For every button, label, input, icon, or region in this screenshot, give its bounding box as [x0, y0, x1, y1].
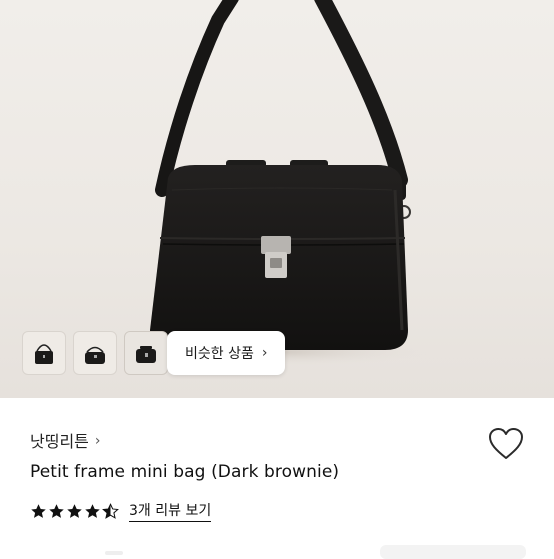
star-icon [49, 503, 64, 518]
bottom-button-fragment[interactable] [380, 545, 526, 559]
thumbnail-3[interactable] [124, 331, 168, 375]
bottom-indicator [105, 551, 123, 555]
heart-outline-icon[interactable] [487, 426, 525, 462]
thumbnail-strip [22, 331, 168, 375]
thumbnail-bag-image [85, 346, 105, 364]
similar-products-label: 비슷한 상품 [185, 346, 254, 362]
star-icon [31, 503, 46, 518]
thumbnail-bag-image [35, 344, 53, 364]
shop-name: 낫띵리튼 [30, 432, 89, 451]
product-info: 낫띵리튼 › [30, 428, 554, 452]
thumbnail-1[interactable] [22, 331, 66, 375]
similar-products-button[interactable]: 비슷한 상품 › [167, 331, 286, 375]
chevron-right-icon: › [94, 432, 101, 449]
shop-link[interactable]: 낫띵리튼 › [30, 428, 554, 452]
thumbnail-2[interactable] [73, 331, 117, 375]
chevron-right-icon: › [261, 345, 268, 361]
star-icon [67, 503, 82, 518]
star-half-icon [102, 502, 119, 519]
product-title: Petit frame mini bag (Dark brownie) [30, 462, 340, 482]
star-icon [85, 503, 100, 518]
review-link[interactable]: 3개 리뷰 보기 [129, 500, 212, 522]
rating-row: 3개 리뷰 보기 [30, 500, 212, 522]
thumbnail-bag-image [136, 346, 156, 363]
star-rating [30, 502, 119, 520]
